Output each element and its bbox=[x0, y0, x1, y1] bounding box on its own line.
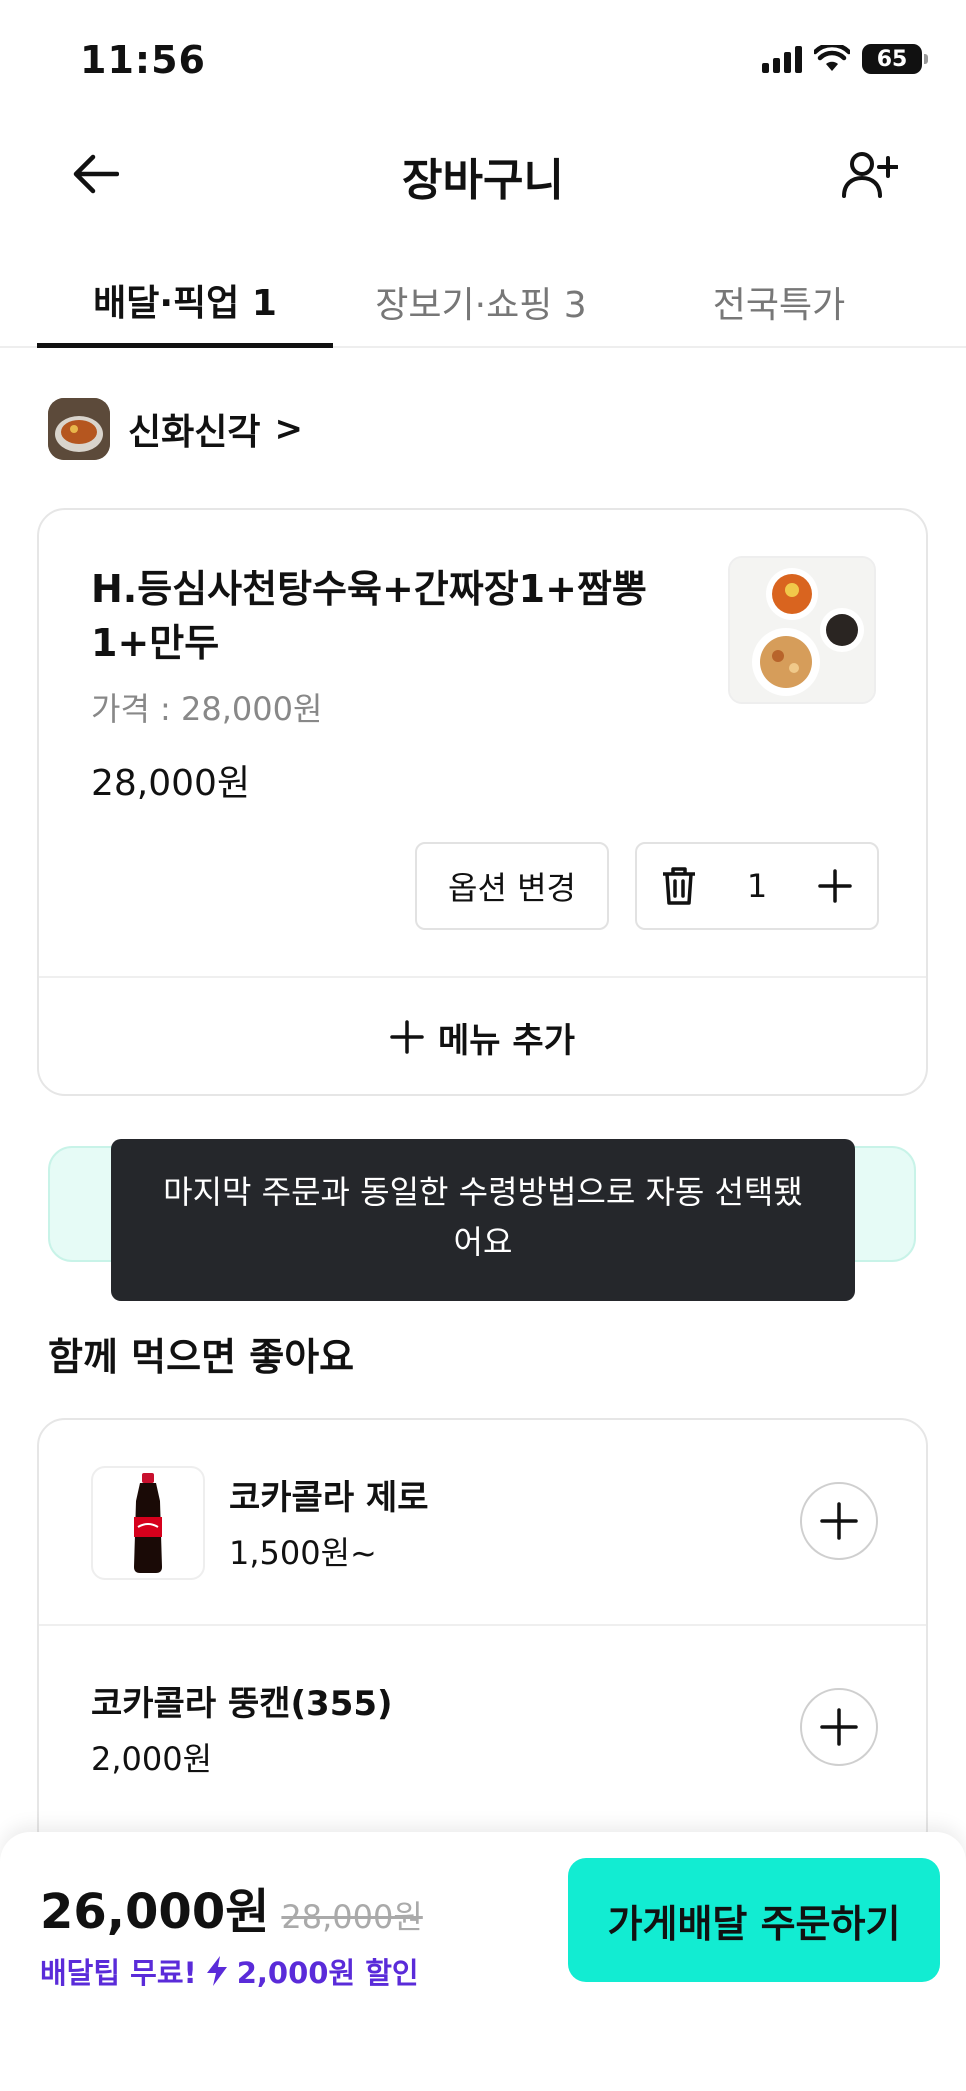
signal-icon bbox=[762, 45, 802, 73]
store-thumbnail bbox=[48, 398, 110, 460]
product-price: 1,500원~ bbox=[229, 1534, 377, 1572]
delete-button[interactable] bbox=[657, 864, 701, 908]
status-icons: 65 bbox=[762, 44, 928, 74]
wifi-icon bbox=[814, 45, 850, 71]
header: 장바구니 bbox=[0, 120, 966, 230]
product-price: 2,000원 bbox=[91, 1740, 213, 1778]
tab-nationwide-deals[interactable]: 전국특가 bbox=[629, 256, 929, 348]
recommend-title: 함께 먹으면 좋아요 bbox=[48, 1335, 355, 1379]
status-time: 11:56 bbox=[80, 38, 206, 82]
trash-icon bbox=[663, 867, 695, 905]
add-menu-label: 메뉴 추가 bbox=[438, 1020, 575, 1061]
item-total: 28,000원 bbox=[91, 763, 251, 804]
increase-quantity-button[interactable] bbox=[813, 864, 857, 908]
plus-icon bbox=[818, 869, 852, 903]
add-product-button[interactable] bbox=[800, 1482, 878, 1560]
product-name: 코카콜라 제로 bbox=[229, 1478, 429, 1518]
add-product-button[interactable] bbox=[800, 1688, 878, 1766]
checkout-bar: 26,000원 28,000원 배달팁 무료! 2,000원 할인 가게배달 주… bbox=[0, 1832, 966, 2091]
page-title: 장바구니 bbox=[402, 155, 564, 206]
list-item[interactable]: 코카콜라 뚱캔(355) 2,000원 bbox=[39, 1626, 926, 1830]
free-delivery-label: 배달팁 무료! bbox=[40, 1956, 197, 1990]
original-price: 28,000원 bbox=[281, 1898, 423, 1936]
category-tabs: 배달·픽업 1 장보기·쇼핑 3 전국특가 bbox=[0, 256, 966, 348]
plus-icon bbox=[390, 1020, 424, 1054]
list-item[interactable]: 코카콜라 제로 1,500원~ bbox=[39, 1420, 926, 1624]
recommend-card: 코카콜라 제로 1,500원~ 코카콜라 뚱캔(355) 2,000원 bbox=[37, 1418, 928, 1858]
lightning-icon bbox=[206, 1956, 227, 1986]
toast-message: 마지막 주문과 동일한 수령방법으로 자동 선택됐어요 bbox=[111, 1139, 855, 1301]
invite-user-button[interactable] bbox=[838, 142, 902, 206]
promo-line: 배달팁 무료! 2,000원 할인 bbox=[40, 1950, 419, 1992]
plus-icon bbox=[820, 1502, 858, 1540]
item-thumbnail bbox=[728, 556, 876, 704]
store-name: 신화신각 bbox=[128, 412, 261, 453]
change-option-button[interactable]: 옵션 변경 bbox=[415, 842, 609, 930]
item-name: H.등심사천탕수육+간짜장1+짬뽕1+만두 bbox=[91, 567, 647, 665]
quantity-value: 1 bbox=[746, 867, 768, 905]
total-price: 26,000원 bbox=[40, 1884, 270, 1940]
battery-icon: 65 bbox=[862, 44, 928, 74]
tab-grocery-shopping[interactable]: 장보기·쇼핑 3 bbox=[333, 256, 629, 348]
tab-delivery-pickup[interactable]: 배달·픽업 1 bbox=[37, 256, 333, 348]
cart-item-card: H.등심사천탕수육+간짜장1+짬뽕1+만두 가격 : 28,000원 28,00… bbox=[37, 508, 928, 1096]
chevron-right-icon: > bbox=[274, 409, 303, 449]
product-name: 코카콜라 뚱캔(355) bbox=[91, 1684, 393, 1724]
product-thumbnail bbox=[91, 1466, 205, 1580]
order-button[interactable]: 가게배달 주문하기 bbox=[568, 1858, 940, 1982]
status-bar: 11:56 65 bbox=[0, 0, 966, 120]
store-link[interactable]: 신화신각 > bbox=[48, 398, 303, 460]
quantity-stepper: 1 bbox=[635, 842, 879, 930]
plus-icon bbox=[820, 1708, 858, 1746]
add-menu-button[interactable]: 메뉴 추가 bbox=[39, 978, 926, 1096]
add-user-icon bbox=[842, 152, 898, 198]
order-total: 26,000원 28,000원 bbox=[40, 1872, 423, 1942]
discount-label: 2,000원 할인 bbox=[236, 1956, 419, 1990]
item-price-label: 가격 : 28,000원 bbox=[91, 690, 323, 728]
